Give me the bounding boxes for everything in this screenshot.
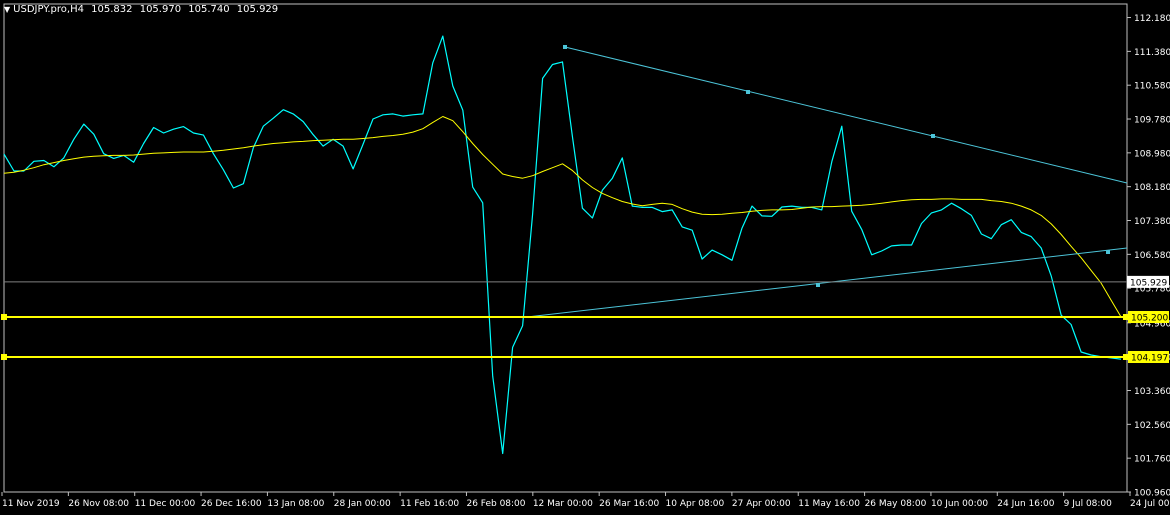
x-axis-tick-label: 9 Jul 08:00 (1064, 499, 1113, 509)
x-axis-tick-label: 24 Jul 00:00 (1130, 499, 1170, 509)
x-axis-tick-label: 26 Feb 08:00 (466, 499, 525, 509)
x-axis-tick-label: 11 Dec 00:00 (135, 499, 196, 509)
y-axis-tick-label: 108.980 (1134, 149, 1170, 159)
x-axis-tick-label: 24 Jun 16:00 (997, 499, 1054, 509)
y-axis-tick-label: 109.780 (1134, 116, 1170, 126)
x-axis-tick-label: 26 Mar 16:00 (599, 499, 659, 509)
y-axis-tick-label: 103.360 (1134, 387, 1170, 397)
x-axis-tick-label: 26 Nov 08:00 (68, 499, 129, 509)
y-axis-tick-label: 111.380 (1134, 48, 1170, 58)
symbol-info-bar: ▼ USDJPY.pro,H4 105.832 105.970 105.740 1… (4, 3, 282, 17)
x-axis-tick-label: 11 Feb 16:00 (400, 499, 459, 509)
high-price: 105.970 (139, 4, 182, 15)
close-price: 105.929 (236, 4, 279, 15)
horizontal-level-handle[interactable] (1, 314, 7, 320)
y-axis-tick-label: 101.760 (1134, 455, 1170, 465)
price-chart[interactable]: 112.180 111.380 110.580 109.780 108.980 108.1… (0, 0, 1170, 515)
trendline[interactable] (526, 247, 1128, 318)
y-axis-tick-label: 102.560 (1134, 421, 1170, 431)
x-axis-tick-label: 13 Jan 08:00 (267, 499, 324, 509)
symbol-name: USDJPY.pro,H4 (13, 4, 84, 15)
x-axis-tick-label: 11 May 16:00 (798, 499, 860, 509)
x-axis-tick-label: 27 Apr 00:00 (732, 499, 791, 509)
horizontal-level-label: 104.197 (1131, 354, 1168, 364)
trendline-anchor-handle[interactable] (563, 45, 567, 49)
y-axis-tick-label: 112.180 (1134, 14, 1170, 24)
x-axis-tick-label: 28 Jan 00:00 (334, 499, 391, 509)
plot-frame (3, 3, 1128, 493)
x-axis-tick-label: 26 Dec 16:00 (201, 499, 262, 509)
price-line (3, 35, 1122, 455)
open-price: 105.832 (91, 4, 133, 15)
y-axis-tick-label: 110.580 (1134, 82, 1170, 92)
horizontal-level-label: 105.200 (1131, 314, 1168, 324)
current-price-label: 105.929 (1130, 278, 1167, 288)
x-axis-tick-label: 11 Nov 2019 (2, 499, 60, 509)
trendline-anchor-handle[interactable] (746, 90, 750, 94)
x-axis-tick-label: 26 May 08:00 (865, 499, 927, 509)
y-axis-tick-label: 108.180 (1134, 183, 1170, 193)
horizontal-level-handle[interactable] (1, 354, 7, 360)
trendline-anchor-handle[interactable] (931, 134, 935, 138)
y-axis-tick-label: 107.380 (1134, 217, 1170, 227)
x-axis-tick-label: 10 Apr 08:00 (666, 499, 725, 509)
collapse-triangle-icon[interactable]: ▼ (4, 5, 10, 14)
x-axis-tick-label: 10 Jun 00:00 (931, 499, 988, 509)
trendline-anchor-handle[interactable] (816, 283, 820, 287)
y-axis-tick-label: 106.580 (1134, 251, 1170, 261)
trendline-anchor-handle[interactable] (1106, 250, 1110, 254)
low-price: 105.740 (188, 4, 230, 15)
x-axis-tick-label: 12 Mar 00:00 (533, 499, 593, 509)
y-axis-tick-label: 100.960 (1134, 489, 1170, 499)
moving-average-line (3, 116, 1122, 318)
